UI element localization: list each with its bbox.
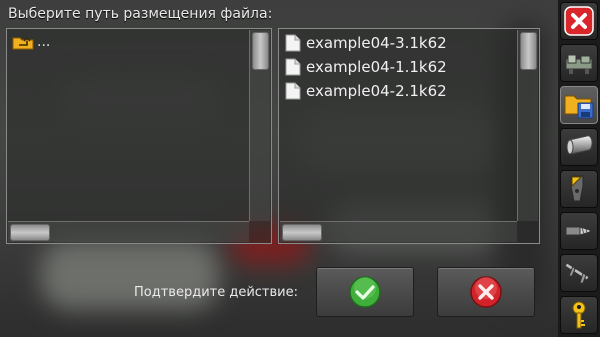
document-icon <box>285 82 301 100</box>
confirm-button[interactable] <box>316 267 414 317</box>
sidebar-file-button[interactable] <box>560 86 598 124</box>
file-name: example04-2.1k62 <box>306 82 447 100</box>
sidebar-key-button[interactable] <box>560 296 598 334</box>
file-horizontal-scrollbar[interactable] <box>280 221 517 242</box>
cylinder-stock-icon <box>566 135 593 155</box>
caliper-icon <box>564 262 590 284</box>
tool-sidebar <box>558 0 600 337</box>
scroll-thumb[interactable] <box>252 32 269 70</box>
sidebar-stock-button[interactable] <box>560 128 598 166</box>
directory-list-panel[interactable]: ... <box>6 28 272 244</box>
file-list-panel[interactable]: example04-3.1k62 example04-1.1k62 example0… <box>278 28 540 244</box>
file-name: example04-3.1k62 <box>306 34 447 52</box>
machine-icon <box>565 54 593 74</box>
confirm-label: Подтвердите действие: <box>134 285 298 300</box>
sidebar-measure-button[interactable] <box>560 254 598 292</box>
parent-directory-label: ... <box>37 34 51 50</box>
sidebar-tool-button[interactable] <box>560 170 598 208</box>
scroll-thumb[interactable] <box>520 32 537 70</box>
cross-icon <box>470 276 502 308</box>
checkmark-icon <box>349 276 381 308</box>
folder-up-icon <box>12 36 34 49</box>
sidebar-close-button[interactable] <box>560 2 598 40</box>
parent-directory-item[interactable]: ... <box>12 34 50 50</box>
cancel-button[interactable] <box>437 267 535 317</box>
file-item[interactable]: example04-1.1k62 <box>285 55 447 79</box>
folder-save-icon <box>564 95 594 119</box>
dialog-title: Выберите путь размещения файла: <box>8 6 273 22</box>
tool-insert-icon <box>570 175 584 202</box>
document-icon <box>285 58 301 76</box>
file-list: example04-3.1k62 example04-1.1k62 example0… <box>285 31 447 103</box>
close-icon <box>564 6 594 36</box>
file-item[interactable]: example04-3.1k62 <box>285 31 447 55</box>
sidebar-drill-button[interactable] <box>560 212 598 250</box>
key-icon <box>572 301 586 329</box>
directory-vertical-scrollbar[interactable] <box>249 30 270 221</box>
drill-icon <box>565 226 591 236</box>
sidebar-machine-button[interactable] <box>560 44 598 82</box>
scroll-thumb[interactable] <box>282 224 322 241</box>
document-icon <box>285 34 301 52</box>
file-item[interactable]: example04-2.1k62 <box>285 79 447 103</box>
scroll-thumb[interactable] <box>10 224 50 241</box>
file-vertical-scrollbar[interactable] <box>517 30 538 221</box>
file-name: example04-1.1k62 <box>306 58 447 76</box>
directory-horizontal-scrollbar[interactable] <box>8 221 249 242</box>
